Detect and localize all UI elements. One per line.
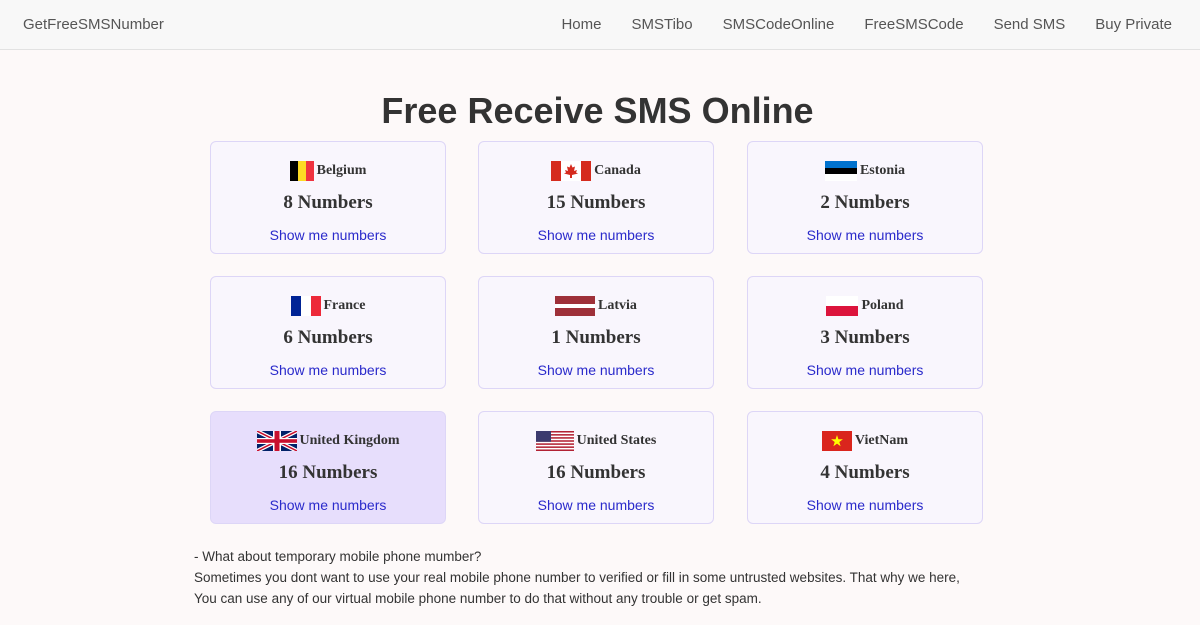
country-label: Poland (748, 296, 982, 316)
estonia-flag-icon (824, 161, 857, 181)
number-count: 8 Numbers (283, 192, 373, 213)
belgium-flag-icon (289, 161, 314, 181)
country-card-united-kingdom[interactable]: United Kingdom 16 Numbers Show me number… (210, 411, 446, 524)
nav-buy-private[interactable]: Buy Private (1095, 16, 1172, 33)
number-count: 1 Numbers (551, 327, 641, 348)
number-count: 2 Numbers (820, 192, 910, 213)
poland-flag-icon (826, 296, 859, 316)
country-name: Belgium (316, 163, 367, 178)
nav-home[interactable]: Home (561, 16, 601, 33)
france-flag-icon (290, 296, 321, 316)
country-name: Canada (594, 163, 641, 178)
show-numbers-link[interactable]: Show me numbers (748, 227, 982, 243)
country-label: Canada (479, 161, 713, 181)
country-name: Latvia (598, 298, 637, 313)
us-flag-icon (535, 431, 574, 451)
show-numbers-link[interactable]: Show me numbers (211, 362, 445, 378)
info-line-2: You can use any of our virtual mobile ph… (194, 591, 762, 606)
number-count: 4 Numbers (820, 462, 910, 483)
nav-freesmscode[interactable]: FreeSMSCode (864, 16, 963, 33)
show-numbers-link[interactable]: Show me numbers (211, 497, 445, 513)
nav-smstibo[interactable]: SMSTibo (631, 16, 692, 33)
country-name: United Kingdom (299, 433, 400, 448)
country-label: Latvia (479, 296, 713, 316)
show-numbers-link[interactable]: Show me numbers (211, 227, 445, 243)
country-label: VietNam (748, 431, 982, 451)
number-count: 16 Numbers (546, 462, 646, 483)
nav-smscodeonline[interactable]: SMSCodeOnline (723, 16, 835, 33)
show-numbers-link[interactable]: Show me numbers (479, 497, 713, 513)
number-count: 16 Numbers (278, 462, 378, 483)
country-name: VietNam (854, 433, 909, 448)
show-numbers-link[interactable]: Show me numbers (479, 362, 713, 378)
country-card-united-states[interactable]: United States 16 Numbers Show me numbers (478, 411, 714, 524)
page-title: Free Receive SMS Online (381, 90, 814, 131)
country-card-poland[interactable]: Poland 3 Numbers Show me numbers (747, 276, 983, 389)
country-card-latvia[interactable]: Latvia 1 Numbers Show me numbers (478, 276, 714, 389)
country-card-estonia[interactable]: Estonia 2 Numbers Show me numbers (747, 141, 983, 254)
country-name: Poland (861, 298, 904, 313)
latvia-flag-icon (555, 296, 596, 316)
country-card-belgium[interactable]: Belgium 8 Numbers Show me numbers (210, 141, 446, 254)
country-label: Estonia (748, 161, 982, 181)
show-numbers-link[interactable]: Show me numbers (748, 362, 982, 378)
country-label: Belgium (211, 161, 445, 181)
country-card-canada[interactable]: Canada 15 Numbers Show me numbers (478, 141, 714, 254)
nav-send-sms[interactable]: Send SMS (994, 16, 1066, 33)
show-numbers-link[interactable]: Show me numbers (748, 497, 982, 513)
country-card-france[interactable]: France 6 Numbers Show me numbers (210, 276, 446, 389)
info-question: - What about temporary mobile phone mumb… (194, 549, 482, 564)
show-numbers-link[interactable]: Show me numbers (479, 227, 713, 243)
nav-links: Home SMSTibo SMSCodeOnline FreeSMSCode S… (531, 16, 1172, 33)
country-card-vietnam[interactable]: VietNam 4 Numbers Show me numbers (747, 411, 983, 524)
vietnam-flag-icon (821, 431, 852, 451)
country-name: France (323, 298, 366, 313)
top-navbar: GetFreeSMSNumber Home SMSTibo SMSCodeOnl… (0, 0, 1200, 50)
country-name: United States (576, 433, 657, 448)
brand-link[interactable]: GetFreeSMSNumber (23, 16, 164, 33)
info-line-1: Sometimes you dont want to use your real… (194, 570, 960, 585)
info-section: - What about temporary mobile phone mumb… (194, 546, 1044, 609)
number-count: 15 Numbers (546, 192, 646, 213)
number-count: 3 Numbers (820, 327, 910, 348)
country-name: Estonia (859, 163, 906, 178)
country-label: United States (479, 431, 713, 451)
canada-flag-icon (551, 161, 592, 181)
uk-flag-icon (256, 431, 297, 451)
country-label: United Kingdom (211, 431, 445, 451)
country-label: France (211, 296, 445, 316)
number-count: 6 Numbers (283, 327, 373, 348)
